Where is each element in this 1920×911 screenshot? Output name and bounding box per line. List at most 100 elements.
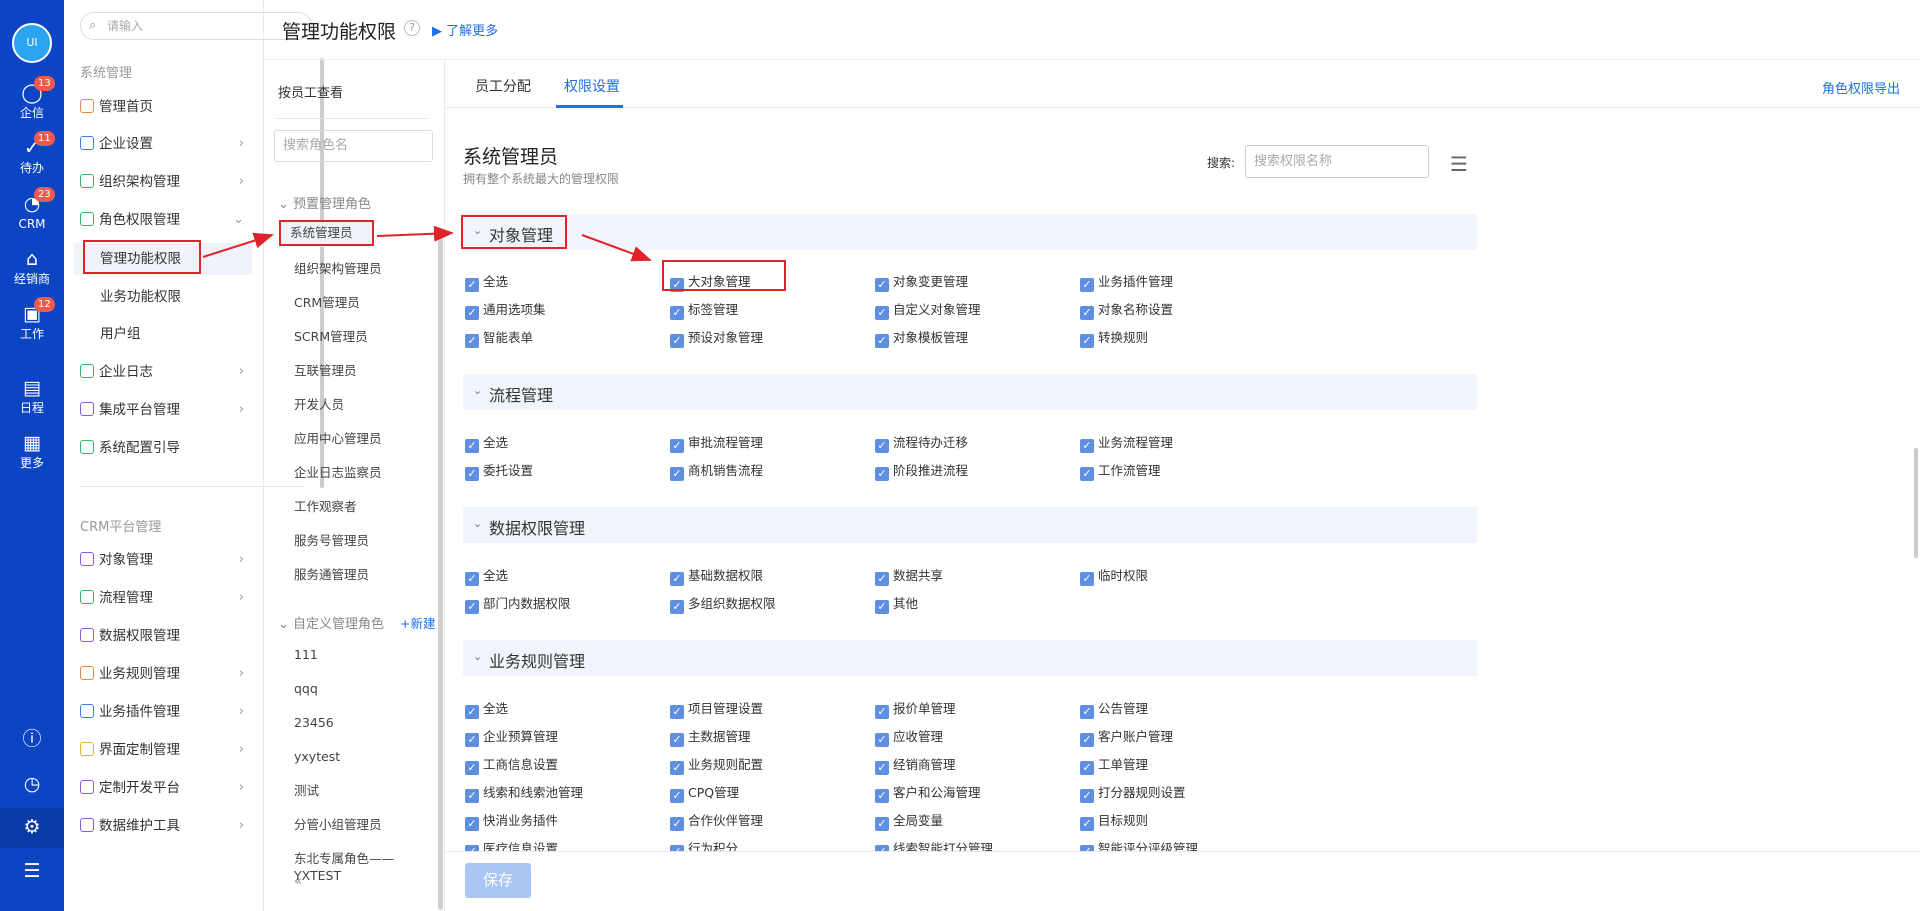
permission-checkbox[interactable]: ✓委托设置 xyxy=(465,460,533,481)
permission-checkbox[interactable]: ✓医疗信息设置 xyxy=(465,838,558,851)
user-avatar[interactable]: UI xyxy=(12,23,52,63)
permission-checkbox[interactable]: ✓对象模板管理 xyxy=(875,327,968,348)
rail-item-chat[interactable]: ◯企信13 xyxy=(0,82,64,121)
permission-checkbox[interactable]: ✓智能评分评级管理 xyxy=(1080,838,1198,851)
role-item[interactable]: 企业日志监察员 xyxy=(294,464,449,481)
permission-checkbox[interactable]: ✓智能表单 xyxy=(465,327,533,348)
permission-checkbox[interactable]: ✓全选 xyxy=(465,565,508,586)
permission-checkbox[interactable]: ✓全选 xyxy=(465,432,508,453)
menu-item-business-rules[interactable]: 业务规则管理› xyxy=(74,658,252,690)
permission-checkbox[interactable]: ✓客户和公海管理 xyxy=(875,782,981,803)
permission-checkbox[interactable]: ✓审批流程管理 xyxy=(670,432,763,453)
permission-checkbox[interactable]: ✓工商信息设置 xyxy=(465,754,558,775)
menu-item-company[interactable]: 企业设置› xyxy=(74,128,252,160)
preset-roles-group[interactable]: ⌄ 预置管理角色 xyxy=(278,193,371,212)
permission-checkbox[interactable]: ✓主数据管理 xyxy=(670,726,751,747)
new-role-button[interactable]: +新建 xyxy=(400,613,435,632)
filter-list-icon[interactable]: ☰ xyxy=(1450,152,1468,176)
permission-checkbox[interactable]: ✓全选 xyxy=(465,271,508,292)
role-search-input[interactable]: 搜索角色名 xyxy=(274,130,433,162)
permission-checkbox[interactable]: ✓合作伙伴管理 xyxy=(670,810,763,831)
history-button[interactable]: ◷ xyxy=(0,773,64,796)
role-item[interactable]: 开发人员 xyxy=(294,396,449,413)
permission-checkbox[interactable]: ✓应收管理 xyxy=(875,726,943,747)
role-item[interactable]: 互联管理员 xyxy=(294,362,449,379)
profile-button[interactable]: ☰ xyxy=(0,860,64,883)
permission-checkbox[interactable]: ✓快消业务插件 xyxy=(465,810,558,831)
menu-item-integration[interactable]: 集成平台管理› xyxy=(74,394,252,426)
view-by-employee-link[interactable]: 按员工查看 xyxy=(278,82,343,101)
rail-item-dealer[interactable]: ⌂经销商 xyxy=(0,248,64,287)
role-item[interactable]: 组织架构管理员 xyxy=(294,260,449,277)
permission-checkbox[interactable]: ✓客户账户管理 xyxy=(1080,726,1173,747)
menu-item-roles[interactable]: 角色权限管理⌄ xyxy=(74,204,252,236)
permission-checkbox[interactable]: ✓CPQ管理 xyxy=(670,782,739,803)
menu-item-org[interactable]: 组织架构管理› xyxy=(74,166,252,198)
help-circle-icon[interactable]: ? xyxy=(404,20,420,36)
rail-item-todo[interactable]: ✓待办11 xyxy=(0,137,64,176)
menu-item-ui-custom[interactable]: 界面定制管理› xyxy=(74,734,252,766)
section-data-permissions[interactable]: ⌄数据权限管理 xyxy=(463,507,1477,543)
menu-item-flows[interactable]: 流程管理› xyxy=(74,582,252,614)
role-item[interactable]: 服务号管理员 xyxy=(294,532,449,549)
menu-item-objects[interactable]: 对象管理› xyxy=(74,544,252,576)
role-item[interactable]: 111 xyxy=(294,646,449,663)
permission-checkbox[interactable]: ✓其他 xyxy=(875,593,918,614)
permission-checkbox[interactable]: ✓线索智能打分管理 xyxy=(875,838,993,851)
permission-checkbox[interactable]: ✓基础数据权限 xyxy=(670,565,763,586)
export-role-permissions-link[interactable]: 角色权限导出 xyxy=(1822,78,1900,97)
permission-checkbox[interactable]: ✓全选 xyxy=(465,698,508,719)
permission-checkbox[interactable]: ✓临时权限 xyxy=(1080,565,1148,586)
permission-checkbox[interactable]: ✓转换规则 xyxy=(1080,327,1148,348)
permission-checkbox[interactable]: ✓通用选项集 xyxy=(465,299,546,320)
permission-checkbox[interactable]: ✓全局变量 xyxy=(875,810,943,831)
section-object-management[interactable]: ⌄对象管理 xyxy=(463,214,1477,250)
permission-checkbox[interactable]: ✓工单管理 xyxy=(1080,754,1148,775)
permission-checkbox[interactable]: ✓预设对象管理 xyxy=(670,327,763,348)
permission-checkbox[interactable]: ✓商机销售流程 xyxy=(670,460,763,481)
role-item[interactable]: SCRM管理员 xyxy=(294,328,449,345)
save-button[interactable]: 保存 xyxy=(465,863,531,898)
permission-checkbox[interactable]: ✓经销商管理 xyxy=(875,754,956,775)
role-item[interactable]: CRM管理员 xyxy=(294,294,449,311)
rail-item-crm[interactable]: ◔CRM23 xyxy=(0,193,64,232)
permission-checkbox[interactable]: ✓业务插件管理 xyxy=(1080,271,1173,292)
learn-more-link[interactable]: ▶ 了解更多 xyxy=(432,20,498,39)
role-item[interactable]: 工作观察者 xyxy=(294,498,449,515)
rail-item-work[interactable]: ▣工作12 xyxy=(0,303,64,342)
menu-item-admin-permissions[interactable]: 管理功能权限 xyxy=(74,243,252,275)
role-item[interactable]: 分管小组管理员 xyxy=(294,816,449,833)
role-item[interactable]: 应用中心管理员 xyxy=(294,430,449,447)
permission-checkbox[interactable]: ✓对象名称设置 xyxy=(1080,299,1173,320)
content-scrollbar[interactable] xyxy=(1914,448,1918,558)
permission-checkbox[interactable]: ✓线索和线索池管理 xyxy=(465,782,583,803)
section-business-rules[interactable]: ⌄业务规则管理 xyxy=(463,640,1477,676)
help-button[interactable]: ⓘ xyxy=(0,728,64,751)
permission-checkbox[interactable]: ✓行为积分 xyxy=(670,838,738,851)
menu-item-home[interactable]: 管理首页 xyxy=(74,91,252,123)
permission-checkbox[interactable]: ✓业务流程管理 xyxy=(1080,432,1173,453)
tab-permission-settings[interactable]: 权限设置 xyxy=(564,76,620,96)
permission-checkbox[interactable]: ✓标签管理 xyxy=(670,299,738,320)
menu-item-user-groups[interactable]: 用户组 xyxy=(74,318,252,350)
menu-item-business-permissions[interactable]: 业务功能权限 xyxy=(74,281,252,313)
permission-checkbox[interactable]: ✓项目管理设置 xyxy=(670,698,763,719)
settings-button[interactable]: ⚙ xyxy=(0,808,64,848)
permission-checkbox[interactable]: ✓流程待办迁移 xyxy=(875,432,968,453)
role-item-sysadmin[interactable]: 系统管理员 xyxy=(280,221,372,247)
role-item[interactable]: 测试 xyxy=(294,782,449,799)
permission-checkbox[interactable]: ✓业务规则配置 xyxy=(670,754,763,775)
permission-checkbox[interactable]: ✓大对象管理 xyxy=(670,271,751,292)
role-item[interactable]: 23456 xyxy=(294,714,449,731)
menu-item-logs[interactable]: 企业日志› xyxy=(74,356,252,388)
permission-checkbox[interactable]: ✓自定义对象管理 xyxy=(875,299,981,320)
tab-employee-assignment[interactable]: 员工分配 xyxy=(475,76,531,96)
permission-checkbox[interactable]: ✓企业预算管理 xyxy=(465,726,558,747)
menu-item-plugins[interactable]: 业务插件管理› xyxy=(74,696,252,728)
permission-checkbox[interactable]: ✓数据共享 xyxy=(875,565,943,586)
role-item[interactable]: qqq xyxy=(294,680,449,697)
role-item[interactable]: yxytest xyxy=(294,748,449,765)
permission-checkbox[interactable]: ✓阶段推进流程 xyxy=(875,460,968,481)
custom-roles-group[interactable]: ⌄ 自定义管理角色 xyxy=(278,613,384,632)
permission-checkbox[interactable]: ✓对象变更管理 xyxy=(875,271,968,292)
